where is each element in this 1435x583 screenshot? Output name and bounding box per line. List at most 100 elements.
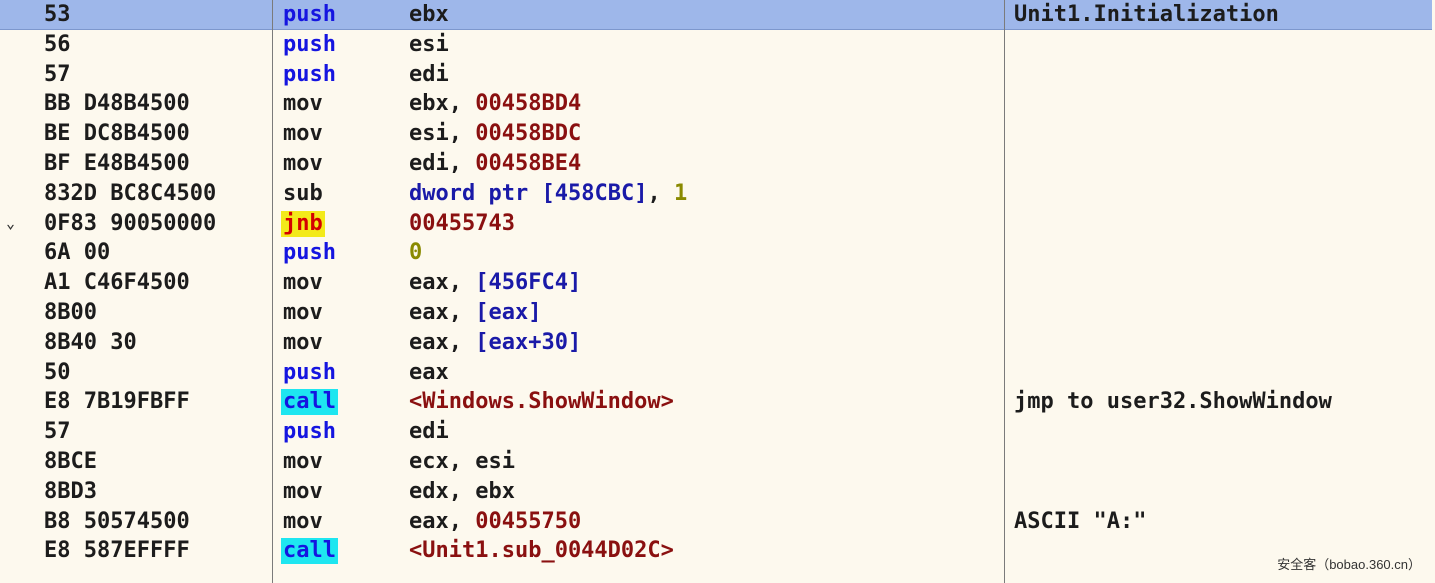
- operand-token: [eax+30]: [475, 329, 582, 355]
- operand-token: edx: [409, 478, 449, 504]
- hex-bytes: BE DC8B4500: [44, 121, 190, 147]
- operand-token: eax: [409, 329, 449, 355]
- hex-bytes: E8 7B19FBFF: [44, 389, 190, 415]
- mnemonic: sub: [283, 180, 323, 206]
- hex-bytes: 0F83 90050000: [44, 210, 217, 236]
- comment: Unit1.Initialization: [1014, 2, 1279, 27]
- instruction-row[interactable]: BB D48B4500 mov ebx, 00458BD4: [0, 89, 1432, 119]
- operand-token: esi: [475, 449, 515, 474]
- operand-token: [458CBC]: [541, 180, 648, 206]
- operand-token: 00458BD4: [475, 91, 582, 117]
- instruction-row[interactable]: 56 push esi: [0, 30, 1432, 60]
- operands: <Windows.ShowWindow>: [409, 387, 674, 417]
- operands: <Unit1.sub_0044D02C>: [409, 536, 674, 566]
- watermark: 安全客（bobao.360.cn）: [1277, 557, 1421, 572]
- hex-bytes: 50: [44, 359, 71, 385]
- operand-token: ecx: [409, 449, 449, 474]
- hex-bytes: 53: [44, 2, 71, 27]
- instruction-row[interactable]: 50 push eax: [0, 358, 1432, 388]
- instruction-row[interactable]: 8BCE mov ecx, esi: [0, 447, 1432, 477]
- mnemonic: mov: [283, 478, 323, 504]
- instruction-row[interactable]: 57 push edi: [0, 60, 1432, 90]
- mnemonic: push: [283, 419, 336, 445]
- operands: esi: [409, 30, 449, 60]
- operands: edi: [409, 60, 449, 90]
- hex-bytes: 8B40 30: [44, 329, 137, 355]
- instruction-row[interactable]: 8B40 30 mov eax, [eax+30]: [0, 328, 1432, 358]
- operand-token: <Unit1.sub_0044D02C>: [409, 538, 674, 564]
- operands: eax: [409, 358, 449, 388]
- instruction-row[interactable]: BF E48B4500 mov edi, 00458BE4: [0, 149, 1432, 179]
- operand-token: ebx: [475, 478, 515, 504]
- mnemonic: push: [283, 240, 336, 266]
- instruction-row[interactable]: E8 587EFFFF call <Unit1.sub_0044D02C>: [0, 536, 1432, 566]
- operand-token: esi: [409, 31, 449, 57]
- operands: edi: [409, 417, 449, 447]
- mnemonic: mov: [283, 329, 323, 355]
- instruction-row[interactable]: E8 7B19FBFF call <Windows.ShowWindow> jmp t…: [0, 387, 1432, 417]
- operands: ebx, 00458BD4: [409, 91, 582, 117]
- operand-token: 00458BE4: [475, 151, 582, 176]
- operands: esi, 00458BDC: [409, 121, 582, 147]
- operand-token: eax: [409, 270, 449, 296]
- hex-bytes: B8 50574500: [44, 508, 190, 534]
- instruction-row[interactable]: BE DC8B4500 mov esi, 00458BDC: [0, 119, 1432, 149]
- instruction-row[interactable]: 8B00 mov eax, [eax]: [0, 298, 1432, 328]
- instruction-row[interactable]: 6A 00 push 0: [0, 238, 1432, 268]
- hex-bytes: 8BCE: [44, 449, 97, 474]
- operand-token: eax: [409, 359, 449, 385]
- operand-token: 00458BDC: [475, 121, 582, 147]
- hex-bytes: 57: [44, 61, 71, 87]
- operands: edx, ebx: [409, 478, 515, 504]
- mnemonic: call: [281, 538, 338, 565]
- hex-bytes: 6A 00: [44, 240, 111, 266]
- hex-bytes: 832D BC8C4500: [44, 180, 217, 206]
- operand-token: edi: [409, 419, 449, 445]
- hex-bytes: A1 C46F4500: [44, 270, 190, 296]
- hex-bytes: 8B00: [44, 300, 97, 325]
- instruction-row[interactable]: 57 push edi: [0, 417, 1432, 447]
- operands: 00455743: [409, 209, 515, 239]
- operand-token: 00455750: [475, 508, 582, 534]
- operand-token: dword: [409, 180, 476, 206]
- operand-token: [eax]: [475, 300, 542, 325]
- operand-token: esi: [409, 121, 449, 147]
- mnemonic: mov: [283, 508, 323, 534]
- instruction-row[interactable]: ⌄ 0F83 90050000 jnb 00455743: [0, 209, 1432, 239]
- mnemonic: push: [283, 31, 336, 57]
- operands: 0: [409, 238, 422, 268]
- operand-token: ebx: [409, 91, 449, 117]
- instruction-row[interactable]: 53 push ebx Unit1.Initialization: [0, 0, 1432, 30]
- mnemonic: jnb: [281, 210, 325, 237]
- operands: ebx: [409, 0, 449, 30]
- mnemonic: mov: [283, 121, 323, 147]
- operands: eax, [eax+30]: [409, 329, 582, 355]
- hex-bytes: 57: [44, 419, 71, 445]
- disassembly-view[interactable]: 53 push ebx Unit1.Initialization 56 push esi 57…: [0, 0, 1435, 583]
- hex-bytes: 56: [44, 31, 71, 57]
- operands: edi, 00458BE4: [409, 151, 582, 176]
- instruction-row[interactable]: B8 50574500 mov eax, 00455750 ASCII "A:": [0, 507, 1432, 537]
- instruction-row[interactable]: A1 C46F4500 mov eax, [456FC4]: [0, 268, 1432, 298]
- operands: ecx, esi: [409, 449, 515, 474]
- operands: eax, [456FC4]: [409, 270, 582, 296]
- operand-token: eax: [409, 300, 449, 325]
- mnemonic: push: [283, 2, 336, 27]
- mnemonic: mov: [283, 91, 323, 117]
- operand-token: [456FC4]: [475, 270, 582, 296]
- operands: dword ptr [458CBC], 1: [409, 180, 688, 206]
- operands: eax, 00455750: [409, 508, 582, 534]
- operand-token: <Windows.ShowWindow>: [409, 389, 674, 415]
- hex-bytes: BF E48B4500: [44, 151, 190, 176]
- mnemonic: mov: [283, 270, 323, 296]
- mnemonic: push: [283, 61, 336, 87]
- instruction-row[interactable]: 832D BC8C4500 sub dword ptr [458CBC], 1: [0, 179, 1432, 209]
- operands: eax, [eax]: [409, 300, 542, 325]
- instruction-row[interactable]: 8BD3 mov edx, ebx: [0, 477, 1432, 507]
- operand-token: ebx: [409, 2, 449, 27]
- operand-token: 0: [409, 240, 423, 266]
- mnemonic: push: [283, 359, 336, 385]
- operand-token: 00455743: [409, 210, 515, 236]
- column-divider: [272, 0, 273, 583]
- hex-bytes: E8 587EFFFF: [44, 538, 190, 564]
